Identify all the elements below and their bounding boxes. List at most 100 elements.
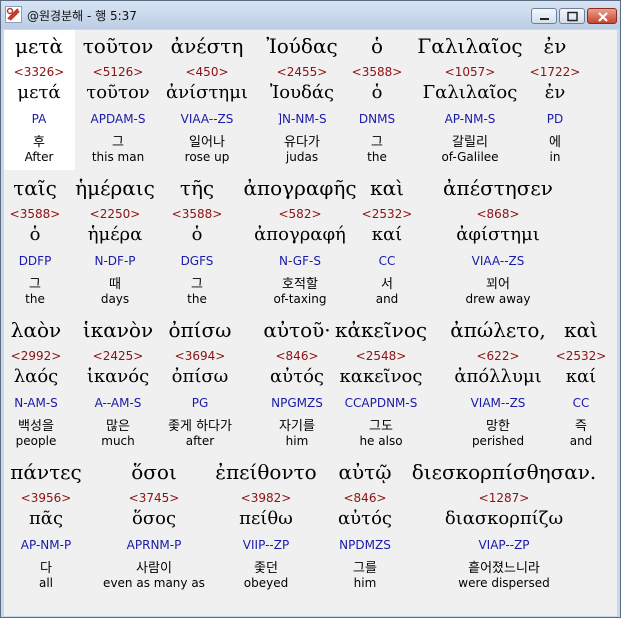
korean-gloss: 그 [191,277,203,292]
minimize-button[interactable] [531,8,557,24]
greek-word: κἀκεῖνος [334,318,428,342]
english-gloss: people [15,434,57,448]
lemma: λαός [13,366,59,387]
lemma: καί [565,366,597,387]
parsing-code: N-GF-S [279,254,321,268]
lemma: Ἰουδάς [269,82,335,103]
strong-number: <868> [476,207,520,221]
greek-word: ἀπέστησεν [443,176,553,200]
english-gloss: of-Galilee [441,150,499,164]
parsing-code: PA [31,112,47,126]
strong-number: <5126> [92,65,144,79]
strong-number: <450> [185,65,229,79]
english-gloss: and [569,434,593,448]
english-gloss: rose up [184,150,230,164]
korean-gloss: 그 [29,277,41,292]
korean-gloss: 좇던 [254,561,278,576]
english-gloss: after [185,434,215,448]
parsing-code: N-AM-S [14,396,58,410]
korean-gloss: 사람이 [136,561,172,576]
lemma: κακεῖνος [339,366,423,387]
english-gloss: much [101,434,135,448]
strong-number: <1057> [444,65,496,79]
strong-number: <3982> [240,491,292,505]
greek-word: μετὰ [15,34,63,58]
parsing-code: VIAA--ZS [180,112,234,126]
strong-number: <3588> [9,207,61,221]
maximize-button[interactable] [559,8,585,24]
english-gloss: this man [91,150,145,164]
lemma: αὐτός [338,508,392,529]
app-icon[interactable] [5,6,22,23]
lemma: ἀνίστημι [166,82,248,103]
greek-word: ταῖς [13,176,57,200]
greek-word: ἡμέραις [75,176,155,200]
parsing-code: NPGMZS [271,396,323,410]
korean-gloss: 그 [371,135,383,150]
greek-word: ἀπογραφῆς [243,176,357,200]
window-title: @원경분해 - 행 5:37 [27,9,137,23]
greek-word: Ἰούδας [266,34,338,58]
lemma: ὀπίσω [171,366,229,387]
parsing-code: CCAPDNM-S [344,396,418,410]
strong-number: <3326> [13,65,65,79]
korean-gloss: 유다가 [284,135,320,150]
close-button[interactable] [587,8,617,24]
korean-gloss: 에 [549,135,561,150]
parsing-code: VIAA--ZS [471,254,525,268]
minimize-icon [540,18,549,20]
lemma: ἀπογραφή [254,224,346,245]
lemma: μετά [17,82,61,103]
parsing-code: APRNM-P [126,538,182,552]
greek-word: τῆς [179,176,215,200]
strong-number: <3588> [171,207,223,221]
greek-word: τοῦτον [82,34,154,58]
lemma: ὁ [371,82,383,103]
greek-word: λαὸν [10,318,62,342]
parsing-code: DGFS [180,254,214,268]
english-gloss: days [100,292,130,306]
maximize-icon [567,11,578,22]
parsing-code: PD [546,112,564,126]
lemma: πείθω [239,508,293,529]
strong-number: <2548> [355,349,407,363]
greek-word: ἐν [543,34,567,58]
parsing-code: DDFP [18,254,52,268]
greek-word: διεσκορπίσθησαν. [411,460,597,484]
english-gloss: were dispersed [458,576,550,590]
korean-gloss: 일어나 [189,135,225,150]
korean-gloss: 서 [381,277,393,292]
english-gloss: all [38,576,54,590]
greek-word: Γαλιλαῖος [417,34,523,58]
korean-gloss: 다 [40,561,52,576]
lemma: αὐτός [270,366,324,387]
strong-number: <3588> [351,65,403,79]
english-gloss: and [375,292,399,306]
english-gloss: in [549,150,561,164]
parsing-code: PG [191,396,209,410]
english-gloss: the [25,292,45,306]
greek-word: αὐτοῦ· [263,318,331,342]
strong-number: <2455> [276,65,328,79]
strong-number: <2532> [555,349,607,363]
korean-gloss: 좇게 하다가 [168,419,232,434]
strong-number: <846> [275,349,319,363]
english-gloss: of-taxing [273,292,327,306]
parsing-code: DNMS [358,112,396,126]
lemma: ἀπόλλυμι [454,366,542,387]
strong-number: <622> [476,349,520,363]
strong-number: <1287> [478,491,530,505]
title-bar[interactable]: @원경분해 - 행 5:37 [1,1,620,29]
korean-gloss: 망한 [486,419,510,434]
strong-number: <582> [278,207,322,221]
english-gloss: obeyed [243,576,289,590]
strong-number: <846> [343,491,387,505]
english-gloss: he also [359,434,403,448]
korean-gloss: 백성을 [18,419,54,434]
english-gloss: the [367,150,387,164]
greek-word: ὀπίσω [168,318,232,342]
parsing-code: ]N-NM-S [277,112,327,126]
greek-word: ἱκανὸν [82,318,154,342]
english-gloss: After [24,150,54,164]
lemma: ὅσος [131,508,177,529]
